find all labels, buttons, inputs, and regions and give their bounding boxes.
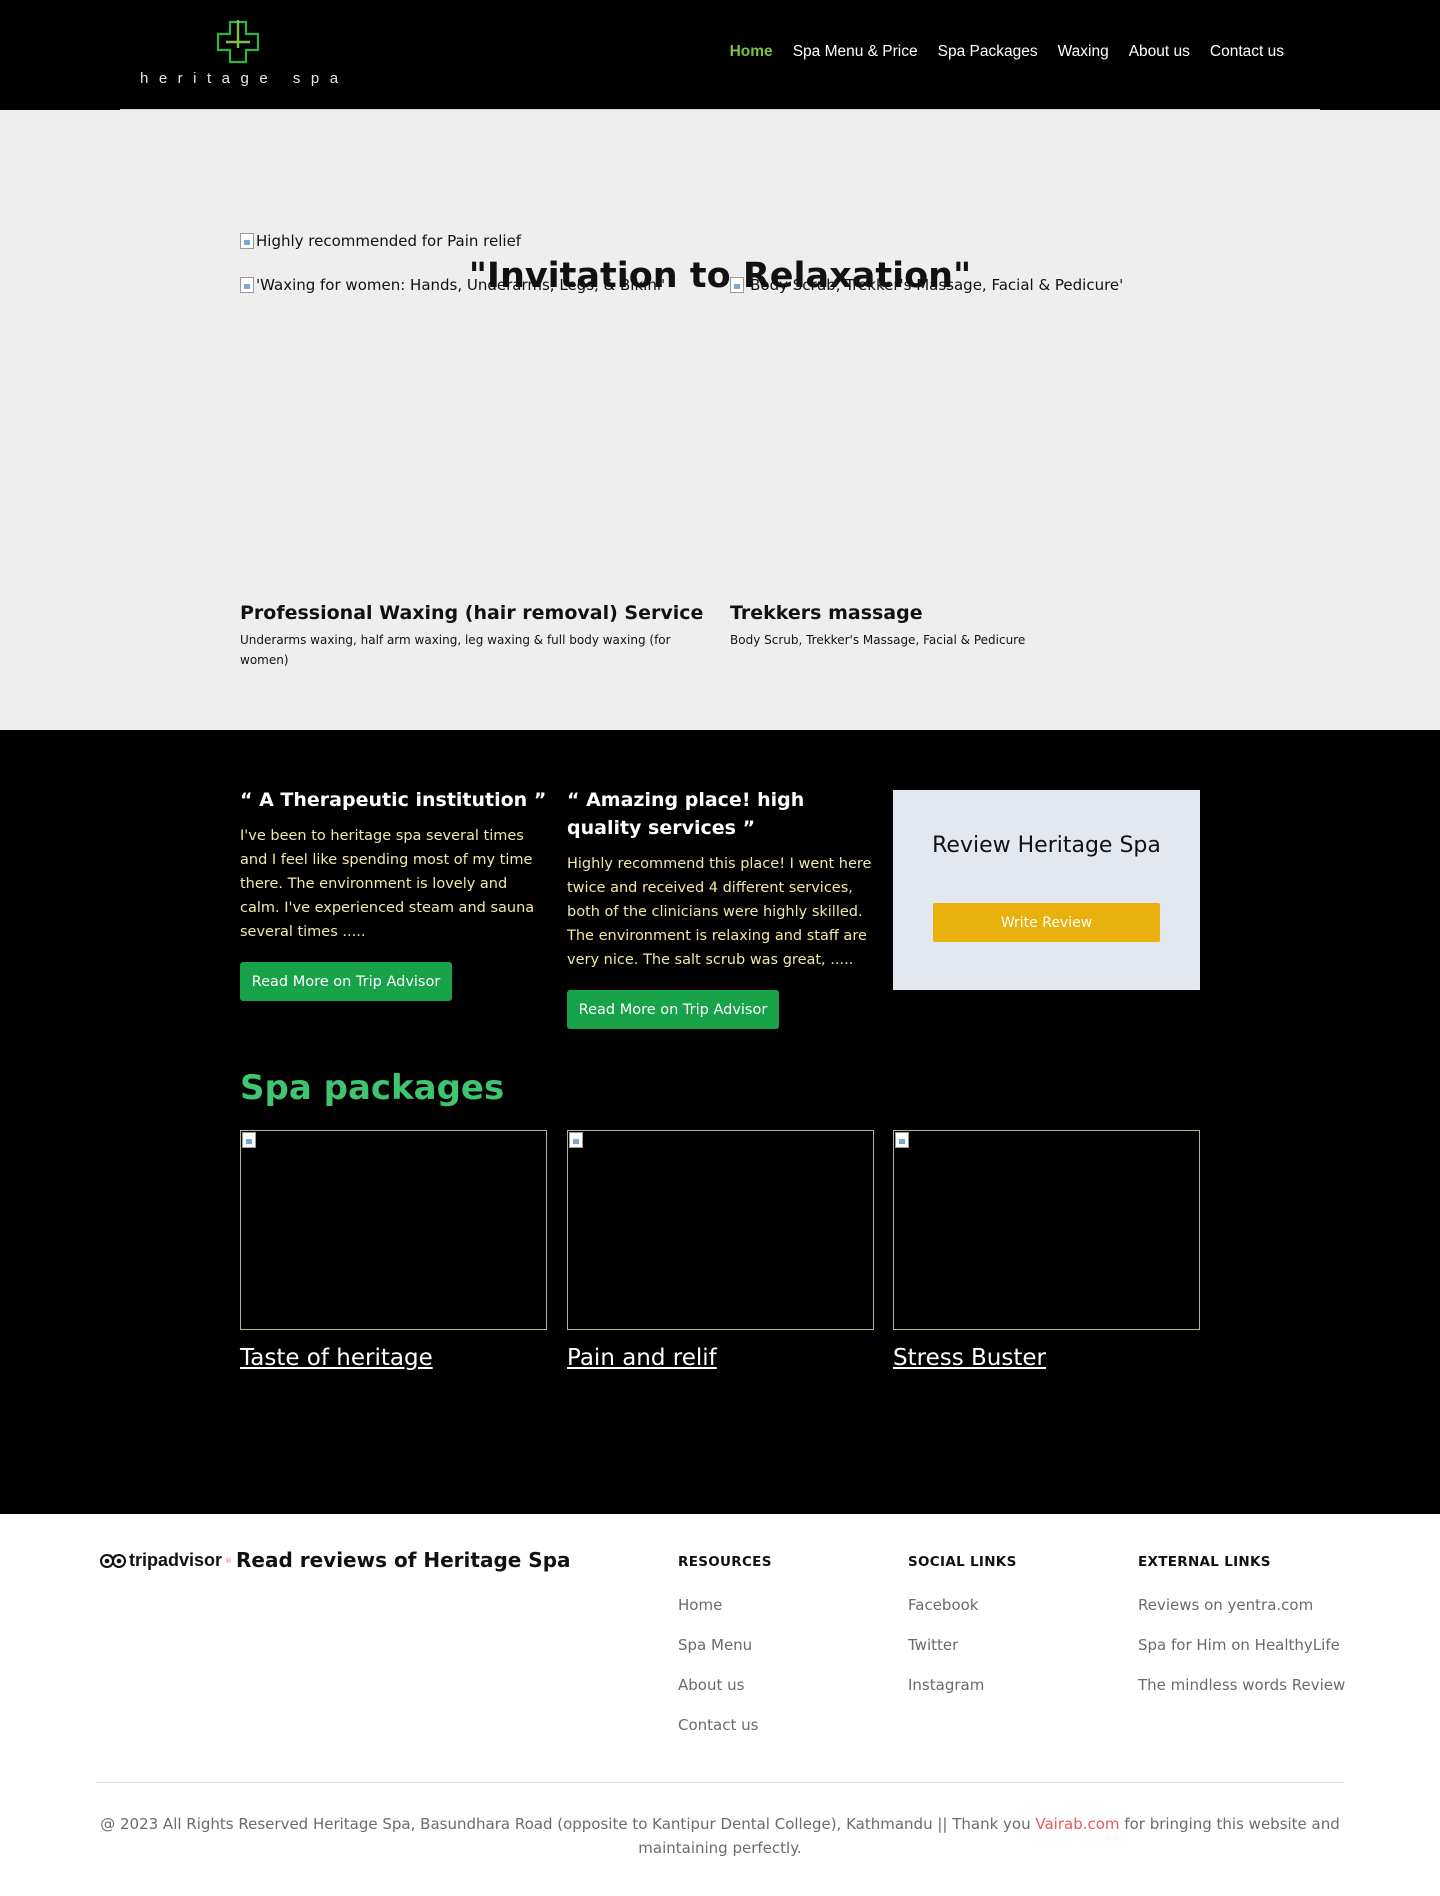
tripadvisor-read-more-button-1[interactable]: Read More on Trip Advisor [240,962,452,1001]
site-logo[interactable]: heritage spa [138,20,338,90]
broken-image-icon [569,1132,583,1148]
copyright-notice: @ 2023 All Rights Reserved Heritage Spa,… [100,1812,1340,1860]
vairab-credit-link[interactable]: Vairab.com [1035,1815,1119,1833]
banner-image-alt: Highly recommended for Pain relief [256,232,522,250]
waxing-image: 'Waxing for women: Hands, Underarms, Leg… [240,276,665,294]
page-title: "Invitation to Relaxation" [468,256,972,296]
footer-link-twitter[interactable]: Twitter [908,1636,958,1654]
review-card-title: Review Heritage Spa [932,833,1161,858]
package-image-taste-of-heritage[interactable] [240,1130,547,1330]
nav-spa-menu-price[interactable]: Spa Menu & Price [783,43,928,61]
package-link-stress-buster[interactable]: Stress Buster [893,1345,1046,1371]
review-text-1: I've been to heritage spa several times … [240,828,535,940]
nav-spa-packages[interactable]: Spa Packages [928,43,1048,61]
footer-link-about-us[interactable]: About us [678,1676,744,1694]
review-heading-1: “ A Therapeutic institution ” [240,789,547,811]
site-header: heritage spa Home Spa Menu & Price Spa P… [0,0,1440,110]
broken-image-icon [240,277,254,293]
package-link-taste-of-heritage[interactable]: Taste of heritage [240,1345,433,1371]
tripadvisor-wordmark-trip: trip [129,1550,158,1570]
service-desc-waxing: Underarms waxing, half arm waxing, leg w… [240,633,671,667]
main-nav: Home Spa Menu & Price Spa Packages Waxin… [720,43,1294,61]
site-footer: tripadvisor ® Read reviews of Heritage S… [0,1514,1440,1896]
reviews-packages-section: “ A Therapeutic institution ” I've been … [0,730,1440,1514]
broken-image-icon [730,277,744,293]
package-link-pain-and-relif[interactable]: Pain and relif [567,1345,717,1371]
footer-link-spa-menu[interactable]: Spa Menu [678,1636,752,1654]
trekkers-image: 'Body Scrub, Trekker's Massage, Facial &… [730,276,1123,294]
footer-link-mindless-words[interactable]: The mindless words Review [1138,1676,1345,1694]
broken-image-icon [240,233,254,249]
write-review-button[interactable]: Write Review [933,903,1160,942]
footer-link-healthylife[interactable]: Spa for Him on HealthyLife [1138,1636,1340,1654]
service-title-waxing: Professional Waxing (hair removal) Servi… [240,602,704,624]
registered-mark: ® [225,1556,233,1565]
package-image-stress-buster[interactable] [893,1130,1200,1330]
review-heading-2: “ Amazing place! high quality services ” [567,789,805,839]
trekkers-image-alt: 'Body Scrub, Trekker's Massage, Facial &… [746,276,1124,294]
nav-about-us[interactable]: About us [1119,43,1200,61]
nav-contact-us[interactable]: Contact us [1200,43,1294,61]
service-title-trekkers: Trekkers massage [730,602,923,624]
service-desc-trekkers: Body Scrub, Trekker's Massage, Facial & … [730,633,1026,647]
footer-divider [96,1782,1344,1783]
broken-image-icon [895,1132,909,1148]
footer-link-home[interactable]: Home [678,1596,722,1614]
copyright-text-before: @ 2023 All Rights Reserved Heritage Spa,… [100,1815,1036,1833]
logo-wordmark: heritage spa [140,70,349,87]
resources-title: RESOURCES [678,1554,772,1570]
footer-link-yentra[interactable]: Reviews on yentra.com [1138,1596,1313,1614]
package-image-pain-and-relif[interactable] [567,1130,874,1330]
write-review-card: Review Heritage Spa Write Review [893,790,1200,990]
spa-packages-heading: Spa packages [240,1068,505,1108]
social-links-title: SOCIAL LINKS [908,1554,1017,1570]
review-text-2: Highly recommend this place! I went here… [567,856,872,968]
footer-link-facebook[interactable]: Facebook [908,1596,978,1614]
tripadvisor-read-more-button-2[interactable]: Read More on Trip Advisor [567,990,779,1029]
nav-home[interactable]: Home [720,43,783,61]
footer-link-instagram[interactable]: Instagram [908,1676,984,1694]
external-links-title: EXTERNAL LINKS [1138,1554,1271,1570]
waxing-image-alt: 'Waxing for women: Hands, Underarms, Leg… [256,276,666,294]
tripadvisor-owl-icon [100,1553,126,1568]
intro-section: "Invitation to Relaxation" Highly recomm… [0,110,1440,730]
tripadvisor-wordmark: tripadvisor [129,1550,222,1571]
tripadvisor-logo[interactable]: tripadvisor ® [100,1550,232,1571]
read-reviews-link[interactable]: Read reviews of Heritage Spa [236,1548,571,1572]
tripadvisor-wordmark-advisor: advisor [158,1550,223,1570]
banner-image: Highly recommended for Pain relief [240,232,521,250]
footer-link-contact-us[interactable]: Contact us [678,1716,758,1734]
heritage-cross-logo-icon [216,20,260,64]
broken-image-icon [242,1132,256,1148]
nav-waxing[interactable]: Waxing [1048,43,1119,61]
